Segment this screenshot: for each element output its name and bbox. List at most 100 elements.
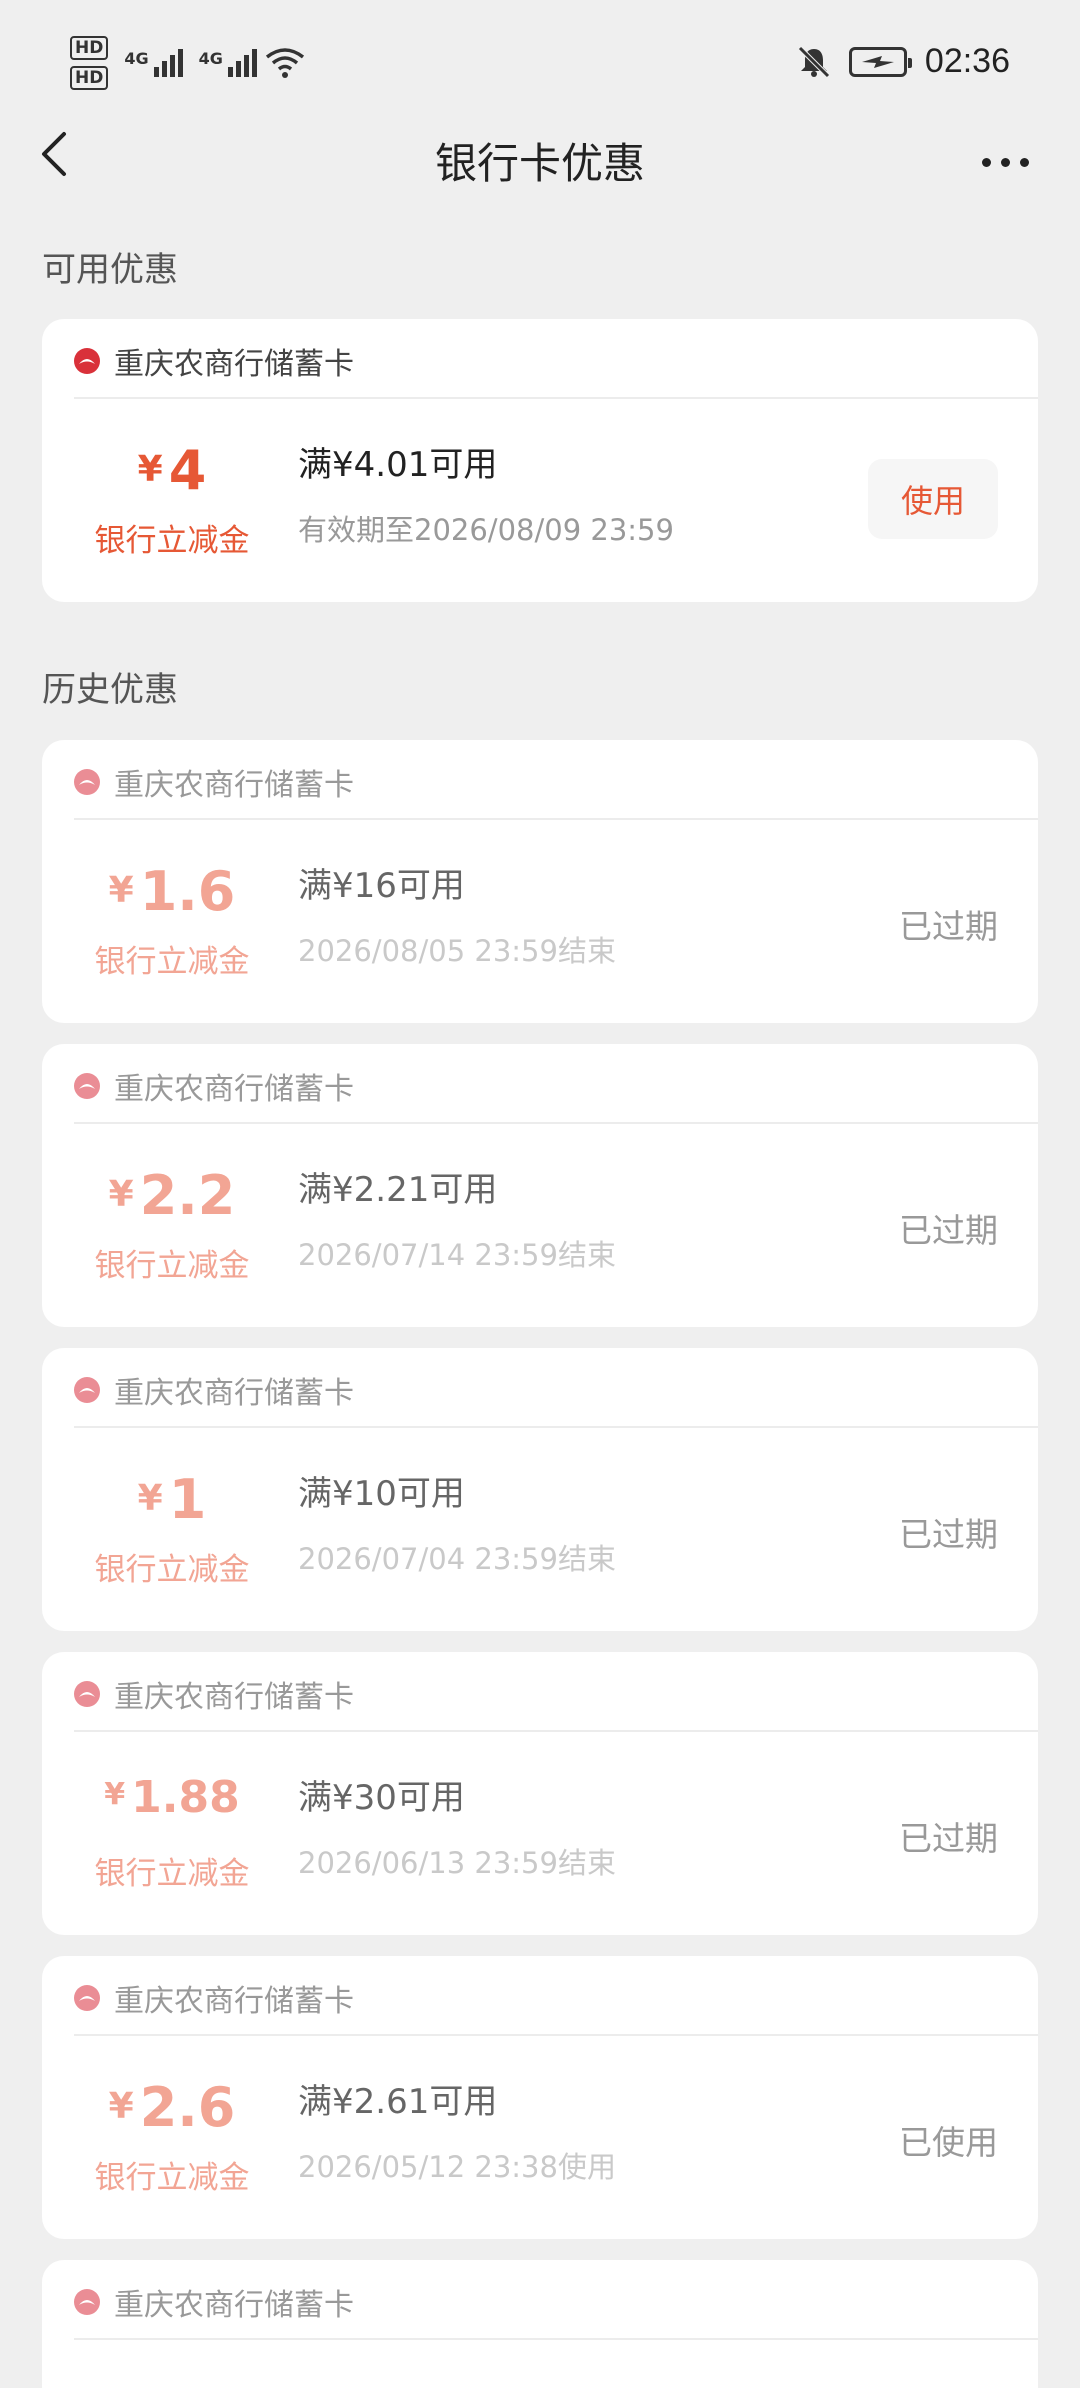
card-header: 重庆农商行储蓄卡 xyxy=(74,1674,354,1715)
amount-label: 银行立减金 xyxy=(94,523,250,559)
page-title: 银行卡优惠 xyxy=(434,139,645,188)
divider xyxy=(74,2338,1038,2340)
bank-logo-icon xyxy=(74,769,100,795)
coupon-condition: 满¥2.21可用 xyxy=(298,1170,498,1210)
currency-symbol: ¥ xyxy=(108,1174,134,1215)
signal-bar xyxy=(153,67,159,77)
signal-bar xyxy=(227,67,233,77)
coupon-condition: 满¥16可用 xyxy=(298,866,465,906)
divider xyxy=(74,818,1038,820)
currency-symbol: ¥ xyxy=(104,1777,126,1812)
coupon-status: 已过期 xyxy=(899,907,998,946)
amount-value: 2.2 xyxy=(139,1164,236,1227)
divider xyxy=(74,1730,1038,1732)
amount-value: 1.6 xyxy=(139,860,236,923)
bank-logo-icon xyxy=(74,2289,100,2315)
coupon-amount: ¥4 xyxy=(72,439,272,502)
currency-symbol: ¥ xyxy=(137,449,163,490)
amount-value: 1 xyxy=(168,1468,207,1531)
currency-symbol: ¥ xyxy=(137,1478,163,1519)
amount-label: 银行立减金 xyxy=(94,1856,250,1892)
coupon-condition: 满¥30可用 xyxy=(298,1778,465,1818)
more-dot-icon xyxy=(981,157,991,167)
currency-symbol: ¥ xyxy=(108,2086,134,2127)
signal-2-icon: 4G xyxy=(199,49,257,77)
bank-name: 重庆农商行储蓄卡 xyxy=(114,768,354,803)
coupon-validity: 2026/07/04 23:59结束 xyxy=(298,1542,616,1576)
coupon-validity: 2026/07/14 23:59结束 xyxy=(298,1238,616,1272)
divider xyxy=(74,2034,1038,2036)
card-header: 重庆农商行储蓄卡 xyxy=(74,762,354,803)
coupon-amount: ¥1.6 xyxy=(72,860,272,923)
divider xyxy=(74,1122,1038,1124)
coupon-card-available[interactable]: 重庆农商行储蓄卡 ¥4 银行立减金 满¥4.01可用 有效期至2026/08/0… xyxy=(42,319,1038,602)
more-dot-icon xyxy=(1000,157,1010,167)
history-section-title: 历史优惠 xyxy=(42,670,178,710)
bank-name: 重庆农商行储蓄卡 xyxy=(114,1376,354,1411)
amount-label: 银行立减金 xyxy=(94,944,250,980)
use-button[interactable]: 使用 xyxy=(868,459,998,539)
wifi-icon xyxy=(265,48,304,78)
bank-logo-icon xyxy=(74,348,100,374)
coupon-amount: ¥1.88 xyxy=(72,1772,272,1823)
card-header: 重庆农商行储蓄卡 xyxy=(74,1370,354,1411)
coupon-validity: 2026/05/12 23:38使用 xyxy=(298,2150,616,2184)
card-header: 重庆农商行储蓄卡 xyxy=(74,341,354,382)
coupon-card-history[interactable]: 重庆农商行储蓄卡 xyxy=(42,2260,1038,2388)
divider xyxy=(74,397,1038,399)
coupon-card-history[interactable]: 重庆农商行储蓄卡 ¥2.6 银行立减金 满¥2.61可用 2026/05/12 … xyxy=(42,1956,1038,2239)
available-section-title: 可用优惠 xyxy=(42,250,178,290)
coupon-condition: 满¥10可用 xyxy=(298,1474,465,1514)
coupon-validity: 2026/06/13 23:59结束 xyxy=(298,1846,616,1880)
coupon-status: 已过期 xyxy=(899,1515,998,1554)
coupon-status: 已使用 xyxy=(899,2123,998,2162)
signal-bar xyxy=(177,49,183,77)
coupon-card-history[interactable]: 重庆农商行储蓄卡 ¥2.2 银行立减金 满¥2.21可用 2026/07/14 … xyxy=(42,1044,1038,1327)
card-header: 重庆农商行储蓄卡 xyxy=(74,1066,354,1107)
amount-value: 1.88 xyxy=(131,1772,240,1823)
signal-1-icon: 4G xyxy=(124,49,183,77)
coupon-card-history[interactable]: 重庆农商行储蓄卡 ¥1.6 银行立减金 满¥16可用 2026/08/05 23… xyxy=(42,740,1038,1023)
coupon-amount: ¥2.2 xyxy=(72,1164,272,1227)
amount-label: 银行立减金 xyxy=(94,1552,250,1588)
coupon-card-history[interactable]: 重庆农商行储蓄卡 ¥1.88 银行立减金 满¥30可用 2026/06/13 2… xyxy=(42,1652,1038,1935)
signal-bar xyxy=(243,55,249,77)
bank-logo-icon xyxy=(74,1681,100,1707)
coupon-status: 已过期 xyxy=(899,1211,998,1250)
amount-value: 2.6 xyxy=(139,2076,236,2139)
net2-label: 4G xyxy=(198,49,223,68)
amount-label: 银行立减金 xyxy=(94,1248,250,1284)
signal-bar xyxy=(161,61,167,77)
coupon-amount: ¥2.6 xyxy=(72,2076,272,2139)
card-header: 重庆农商行储蓄卡 xyxy=(74,2282,354,2323)
signal-bar xyxy=(251,49,257,77)
signal-bar xyxy=(235,61,241,77)
coupon-amount: ¥1 xyxy=(72,1468,272,1531)
bank-name: 重庆农商行储蓄卡 xyxy=(114,1072,354,1107)
status-left: HD HD 4G 4G xyxy=(70,36,305,90)
bank-name: 重庆农商行储蓄卡 xyxy=(114,347,354,382)
net1-label: 4G xyxy=(124,49,149,68)
bell-muted-icon xyxy=(798,45,830,78)
signal-bar xyxy=(169,55,175,77)
hd-indicators: HD HD xyxy=(70,36,109,90)
hd1-icon: HD xyxy=(70,36,109,60)
coupon-status: 已过期 xyxy=(899,1819,998,1858)
coupon-validity: 2026/08/05 23:59结束 xyxy=(298,934,616,968)
more-button[interactable] xyxy=(970,132,1040,192)
battery-icon xyxy=(848,46,912,77)
divider xyxy=(74,1426,1038,1428)
hd2-icon: HD xyxy=(70,66,109,90)
bank-logo-icon xyxy=(74,1985,100,2011)
coupon-condition: 满¥4.01可用 xyxy=(298,445,498,485)
currency-symbol: ¥ xyxy=(108,870,134,911)
bank-name: 重庆农商行储蓄卡 xyxy=(114,1984,354,2019)
bank-name: 重庆农商行储蓄卡 xyxy=(114,1680,354,1715)
card-header: 重庆农商行储蓄卡 xyxy=(74,1978,354,2019)
bank-logo-icon xyxy=(74,1377,100,1403)
status-right: 02:36 xyxy=(797,42,1010,81)
bank-name: 重庆农商行储蓄卡 xyxy=(114,2288,354,2323)
amount-label: 银行立减金 xyxy=(94,2160,250,2196)
more-dot-icon xyxy=(1019,157,1029,167)
coupon-card-history[interactable]: 重庆农商行储蓄卡 ¥1 银行立减金 满¥10可用 2026/07/04 23:5… xyxy=(42,1348,1038,1631)
